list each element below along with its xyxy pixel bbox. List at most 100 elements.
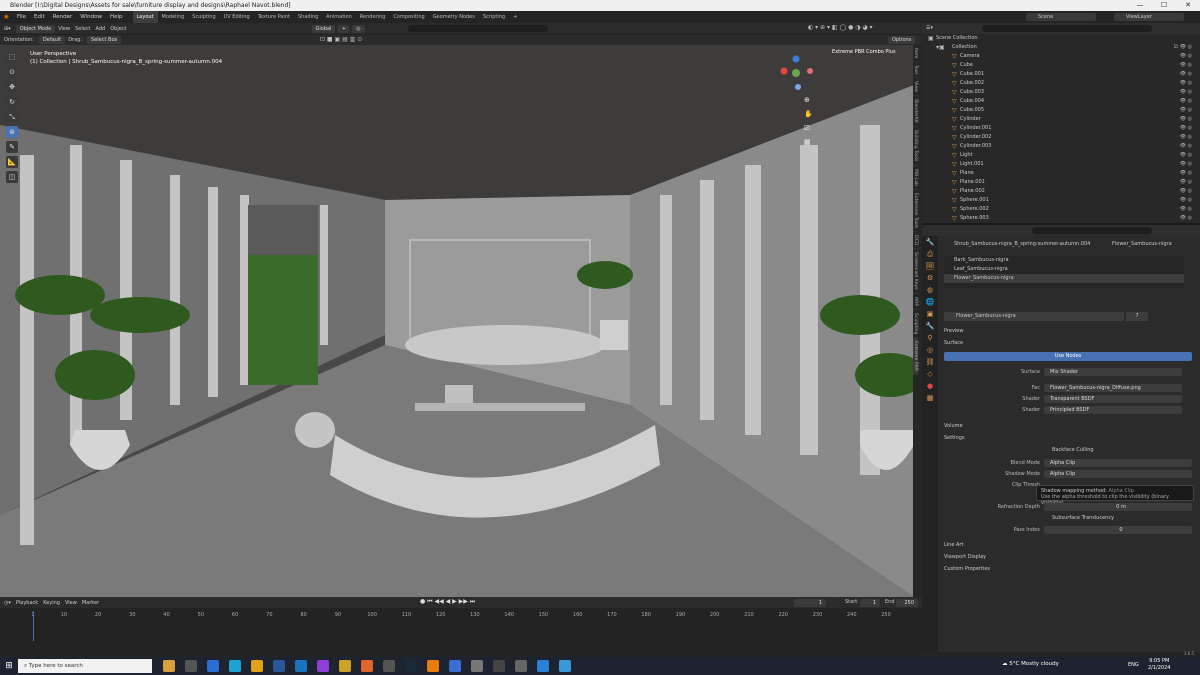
mail-icon[interactable]	[207, 660, 219, 672]
properties-search-input[interactable]	[1032, 227, 1152, 234]
list-item[interactable]: ▽ Cube.004 👁 ◎	[922, 97, 1200, 106]
chrome-icon[interactable]	[251, 660, 263, 672]
viewport-nav-buttons[interactable]: ⊕ ✋ ⎚ ▦	[804, 93, 813, 149]
section-surface[interactable]: Surface	[944, 339, 963, 347]
list-item[interactable]: ▽ Sphere.003 👁 ◎	[922, 214, 1200, 223]
navigation-gizmo[interactable]	[776, 53, 816, 93]
list-item[interactable]: ▽ Cube 👁 ◎	[922, 61, 1200, 70]
menu-playback[interactable]: Playback	[16, 600, 38, 606]
menu-help[interactable]: Help	[106, 11, 127, 23]
list-item[interactable]: ▽ Light.001 👁 ◎	[922, 160, 1200, 169]
list-item[interactable]: ▽ Plane 👁 ◎	[922, 169, 1200, 178]
minimize-button[interactable]: —	[1128, 0, 1152, 11]
outliner-search-input[interactable]	[982, 25, 1152, 32]
clock[interactable]: 9:05 PM 2/1/2024	[1148, 658, 1170, 672]
tab-rendering[interactable]: Rendering	[356, 11, 390, 23]
list-item[interactable]: ▽ Cylinder.003 👁 ◎	[922, 142, 1200, 151]
list-item[interactable]: Leaf_Sambucus-nigra	[944, 265, 1184, 274]
outliner-editor-icon[interactable]: ☰▾	[926, 25, 933, 31]
viewlayer-selector[interactable]: ViewLayer	[1114, 13, 1184, 21]
menu-file[interactable]: File	[13, 11, 30, 23]
side-tab-sculpting[interactable]: Sculpting	[913, 310, 918, 339]
scale-tool-icon[interactable]: ⤡	[6, 111, 18, 123]
select-mode-icons[interactable]: ⊡ ■ ▣ ▤ ▥ ⊙	[320, 36, 362, 43]
tab-sculpting[interactable]: Sculpting	[188, 11, 219, 23]
zoom-icon[interactable]: ⊕	[804, 93, 813, 107]
blender-logo-icon[interactable]: ◉	[0, 11, 13, 23]
side-tab-screencast-keys[interactable]: Screencast Keys	[913, 249, 918, 294]
tab-texture-paint[interactable]: Texture Paint	[254, 11, 294, 23]
app-icon-8[interactable]	[493, 660, 505, 672]
cursor-tool-icon[interactable]: ⊙	[6, 66, 18, 78]
playback-controls[interactable]: ● ⏮ ◀◀ ◀ ▶ ▶▶ ⏭	[420, 598, 475, 606]
side-tab-extension-tools[interactable]: Extension Tools	[913, 190, 918, 233]
menu-view-timeline[interactable]: View	[65, 600, 77, 606]
scene-selector[interactable]: Scene	[1026, 13, 1096, 21]
list-item[interactable]: ▽ Cylinder 👁 ◎	[922, 115, 1200, 124]
section-preview[interactable]: Preview	[944, 327, 963, 335]
shader-field-2[interactable]: Principled BSDF	[1044, 406, 1182, 414]
app-icon-4[interactable]	[339, 660, 351, 672]
word-icon[interactable]	[273, 660, 285, 672]
steam-icon[interactable]	[405, 660, 417, 672]
viewport-shading-icons[interactable]: ◐ ▾ ⊕ ▾ ◧ ◯ ● ◑ ◕ ▾	[808, 24, 873, 31]
menu-marker[interactable]: Marker	[82, 600, 99, 606]
tab-compositing[interactable]: Compositing	[389, 11, 428, 23]
section-custom-properties[interactable]: Custom Properties	[944, 565, 990, 573]
tab-uv-editing[interactable]: UV Editing	[220, 11, 254, 23]
tab-animation[interactable]: Animation	[322, 11, 356, 23]
tab-shading[interactable]: Shading	[294, 11, 322, 23]
tab-geometry-nodes[interactable]: Geometry Nodes	[429, 11, 479, 23]
shader-field-1[interactable]: Transparent BSDF	[1044, 395, 1182, 403]
app-icon-6[interactable]	[449, 660, 461, 672]
add-workspace-button[interactable]: +	[509, 11, 521, 23]
app-icon[interactable]	[185, 660, 197, 672]
start-button-icon[interactable]: ⊞	[0, 661, 18, 671]
tab-scripting[interactable]: Scripting	[479, 11, 509, 23]
material-name-field[interactable]: Flower_Sambucus-nigra	[944, 312, 1124, 321]
viewport-search-input[interactable]	[408, 25, 548, 32]
blender-taskbar-icon[interactable]	[427, 660, 439, 672]
material-user-count[interactable]: 7	[1126, 312, 1148, 321]
properties-tab-icons[interactable]: 🔧 ⎙ 🖼 ⚙ ◍ 🌐 ▣ 🔧 ⚲ ◎ ⛓ ◇ ● ▦	[922, 236, 938, 404]
section-volume[interactable]: Volume	[944, 422, 963, 430]
pan-hand-icon[interactable]: ✋	[804, 107, 813, 121]
options-button[interactable]: Options	[888, 36, 916, 44]
blend-mode-select[interactable]: Alpha Clip	[1044, 459, 1192, 467]
editor-type-icon[interactable]: ⊞▾	[4, 26, 11, 32]
taskbar-search-input[interactable]: ⌕ Type here to search	[18, 659, 152, 673]
snap-icon[interactable]: ⌖	[338, 24, 350, 33]
app-icon-9[interactable]	[515, 660, 527, 672]
measure-tool-icon[interactable]: 📐	[6, 156, 18, 168]
side-tab-item[interactable]: Item	[913, 45, 918, 63]
select-tool-icon[interactable]: ⬚	[6, 51, 18, 63]
maximize-button[interactable]: ☐	[1152, 0, 1176, 11]
list-item[interactable]: ▽ Cylinder.002 👁 ◎	[922, 133, 1200, 142]
side-tab-mb-lab[interactable]: MB-Lab	[913, 166, 918, 190]
list-item[interactable]: ▽ Light 👁 ◎	[922, 151, 1200, 160]
file-explorer-icon[interactable]	[163, 660, 175, 672]
backface-culling-checkbox[interactable]: Backface Culling	[1052, 447, 1094, 453]
annotate-tool-icon[interactable]: ✎	[6, 141, 18, 153]
weather-widget[interactable]: ☁ 5°C Mostly cloudy	[1002, 661, 1059, 667]
pass-index-field[interactable]: 0	[1044, 526, 1192, 534]
refraction-depth-field[interactable]: 0 m	[1044, 503, 1192, 511]
shadow-mode-select[interactable]: Alpha Clip	[1044, 470, 1192, 478]
rotate-tool-icon[interactable]: ↻	[6, 96, 18, 108]
list-item[interactable]: ▽ Cube.005 👁 ◎	[922, 106, 1200, 115]
menu-edit[interactable]: Edit	[30, 11, 49, 23]
list-item[interactable]: Flower_Sambucus-nigra	[944, 274, 1184, 283]
menu-view[interactable]: View	[58, 26, 70, 32]
list-item[interactable]: ▽ Sphere.001 👁 ◎	[922, 196, 1200, 205]
side-tab-view[interactable]: View	[913, 78, 918, 97]
surface-field[interactable]: Mix Shader	[1044, 368, 1182, 376]
start-frame-field[interactable]: 1	[860, 599, 880, 607]
mode-selector[interactable]: Object Mode	[15, 24, 56, 33]
tab-layout[interactable]: Layout	[132, 11, 158, 23]
app-icon-5[interactable]	[383, 660, 395, 672]
app-icon-2[interactable]	[295, 660, 307, 672]
outliner-scene-collection[interactable]: ▣ Scene Collection	[922, 34, 1200, 43]
fac-field[interactable]: Flower_Sambucus-nigra_Diffuse.png	[1044, 384, 1182, 392]
menu-add[interactable]: Add	[96, 26, 106, 32]
list-item[interactable]: ▽ Camera 👁 ◎	[922, 52, 1200, 61]
